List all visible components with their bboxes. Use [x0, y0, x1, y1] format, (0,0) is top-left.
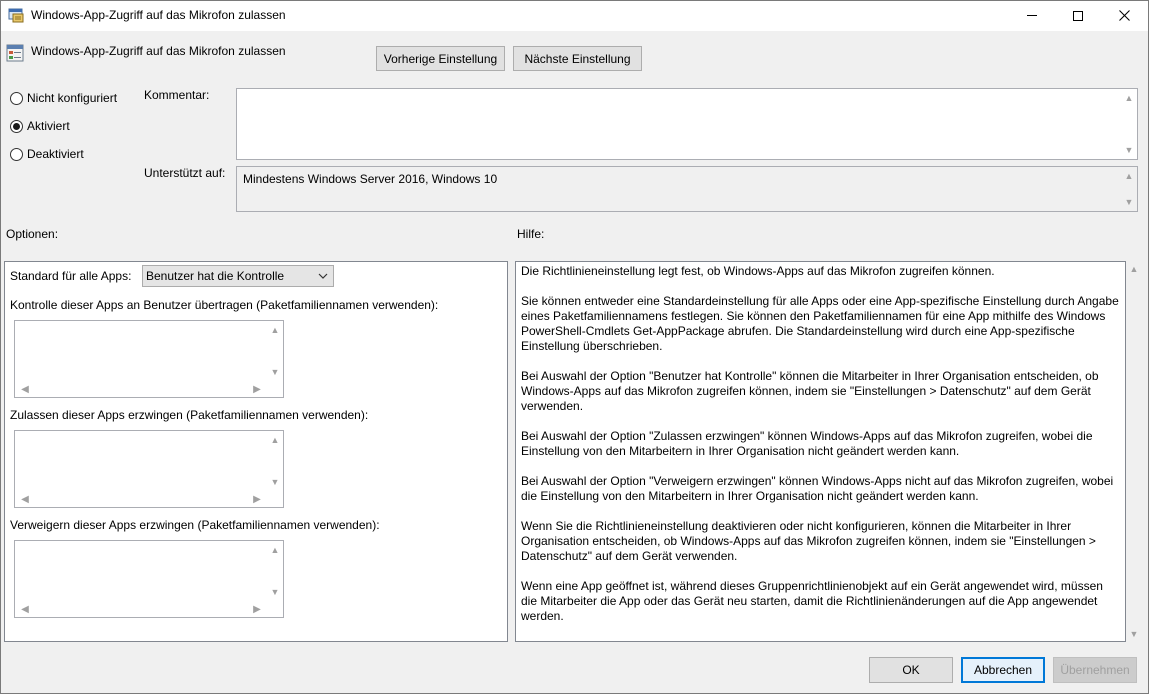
- supported-label: Unterstützt auf:: [144, 166, 226, 180]
- listbox-vscroll[interactable]: ▲ ▼: [267, 431, 283, 491]
- user-control-list-label: Kontrolle dieser Apps an Benutzer übertr…: [10, 298, 439, 312]
- radio-selected-dot: [13, 122, 20, 130]
- radio-not-configured[interactable]: Nicht konfiguriert: [10, 91, 117, 105]
- scroll-down-icon[interactable]: ▼: [1121, 143, 1137, 157]
- radio-enabled[interactable]: Aktiviert: [10, 119, 70, 133]
- previous-setting-button[interactable]: Vorherige Einstellung: [376, 46, 505, 71]
- scroll-up-icon[interactable]: ▲: [1121, 169, 1137, 183]
- scroll-up-icon[interactable]: ▲: [1126, 261, 1142, 277]
- supported-scrollbar[interactable]: ▲ ▼: [1121, 167, 1137, 211]
- title-bar[interactable]: Windows-App-Zugriff auf das Mikrofon zul…: [0, 0, 1149, 31]
- radio-label: Aktiviert: [27, 119, 70, 133]
- scroll-up-icon[interactable]: ▲: [1121, 91, 1137, 105]
- chevron-down-icon: [318, 273, 328, 279]
- supported-value: Mindestens Windows Server 2016, Windows …: [243, 172, 498, 186]
- next-setting-button[interactable]: Nächste Einstellung: [513, 46, 642, 71]
- options-heading: Optionen:: [6, 227, 59, 241]
- comment-label: Kommentar:: [144, 88, 210, 102]
- policy-window-icon: [6, 44, 24, 62]
- scroll-up-icon[interactable]: ▲: [267, 433, 283, 447]
- force-allow-list-label: Zulassen dieser Apps erzwingen (Paketfam…: [10, 408, 369, 422]
- policy-title: Windows-App-Zugriff auf das Mikrofon zul…: [31, 44, 286, 58]
- help-paragraph: Bei Auswahl der Option "Verweigern erzwi…: [521, 474, 1114, 503]
- help-paragraph: Wenn eine App geöffnet ist, während dies…: [521, 579, 1103, 623]
- cancel-button[interactable]: Abbrechen: [961, 657, 1045, 683]
- close-button[interactable]: [1101, 0, 1147, 31]
- user-control-listbox[interactable]: ▲ ▼ ◀ ▶: [14, 320, 284, 398]
- radio-label: Deaktiviert: [27, 147, 84, 161]
- policy-settings-icon: [8, 8, 24, 23]
- maximize-button[interactable]: [1055, 0, 1101, 31]
- help-paragraph: Bei Auswahl der Option "Zulassen erzwing…: [521, 429, 1093, 458]
- scroll-left-icon[interactable]: ◀: [17, 491, 33, 507]
- supported-field[interactable]: Mindestens Windows Server 2016, Windows …: [236, 166, 1138, 212]
- scroll-left-icon[interactable]: ◀: [17, 381, 33, 397]
- force-deny-listbox[interactable]: ▲ ▼ ◀ ▶: [14, 540, 284, 618]
- help-text-panel[interactable]: Die Richtlinieneinstellung legt fest, ob…: [515, 261, 1126, 642]
- radio-label: Nicht konfiguriert: [27, 91, 118, 105]
- force-allow-listbox[interactable]: ▲ ▼ ◀ ▶: [14, 430, 284, 508]
- minimize-button[interactable]: [1009, 0, 1055, 31]
- scroll-down-icon[interactable]: ▼: [1121, 195, 1137, 209]
- listbox-hscroll[interactable]: ◀ ▶: [15, 601, 283, 617]
- listbox-vscroll[interactable]: ▲ ▼: [267, 541, 283, 601]
- comment-textarea[interactable]: ▲ ▼: [236, 88, 1138, 160]
- listbox-vscroll[interactable]: ▲ ▼: [267, 321, 283, 381]
- default-apps-label: Standard für alle Apps:: [10, 269, 132, 283]
- ok-button[interactable]: OK: [869, 657, 953, 683]
- listbox-hscroll[interactable]: ◀ ▶: [15, 491, 283, 507]
- maximize-icon: [1073, 10, 1083, 21]
- window-title: Windows-App-Zugriff auf das Mikrofon zul…: [31, 8, 286, 22]
- help-paragraph: Sie können entweder eine Standardeinstel…: [521, 294, 1119, 353]
- minimize-icon: [1027, 15, 1037, 16]
- help-paragraph: Die Richtlinieneinstellung legt fest, ob…: [521, 264, 995, 278]
- scroll-down-icon[interactable]: ▼: [1126, 626, 1142, 642]
- scroll-up-icon[interactable]: ▲: [267, 543, 283, 557]
- radio-button[interactable]: [10, 91, 23, 105]
- force-deny-list-label: Verweigern dieser Apps erzwingen (Paketf…: [10, 518, 380, 532]
- close-icon: [1118, 10, 1130, 21]
- comment-scrollbar[interactable]: ▲ ▼: [1121, 89, 1137, 159]
- listbox-hscroll[interactable]: ◀ ▶: [15, 381, 283, 397]
- scroll-down-icon[interactable]: ▼: [267, 475, 283, 489]
- default-apps-value: Benutzer hat die Kontrolle: [146, 269, 285, 283]
- help-heading: Hilfe:: [517, 227, 545, 241]
- scroll-down-icon[interactable]: ▼: [267, 365, 283, 379]
- radio-disabled[interactable]: Deaktiviert: [10, 147, 84, 161]
- radio-button[interactable]: [10, 119, 23, 133]
- apply-button[interactable]: Übernehmen: [1053, 657, 1137, 683]
- scroll-up-icon[interactable]: ▲: [267, 323, 283, 337]
- scroll-right-icon[interactable]: ▶: [249, 491, 265, 507]
- help-paragraph: Wenn Sie die Richtlinieneinstellung deak…: [521, 519, 1096, 563]
- default-apps-dropdown[interactable]: Benutzer hat die Kontrolle: [142, 265, 334, 287]
- scroll-left-icon[interactable]: ◀: [17, 601, 33, 617]
- help-scrollbar[interactable]: ▲ ▼: [1126, 261, 1142, 642]
- scroll-right-icon[interactable]: ▶: [249, 381, 265, 397]
- scroll-right-icon[interactable]: ▶: [249, 601, 265, 617]
- scroll-down-icon[interactable]: ▼: [267, 585, 283, 599]
- radio-button[interactable]: [10, 147, 23, 161]
- help-paragraph: Bei Auswahl der Option "Benutzer hat Kon…: [521, 369, 1099, 413]
